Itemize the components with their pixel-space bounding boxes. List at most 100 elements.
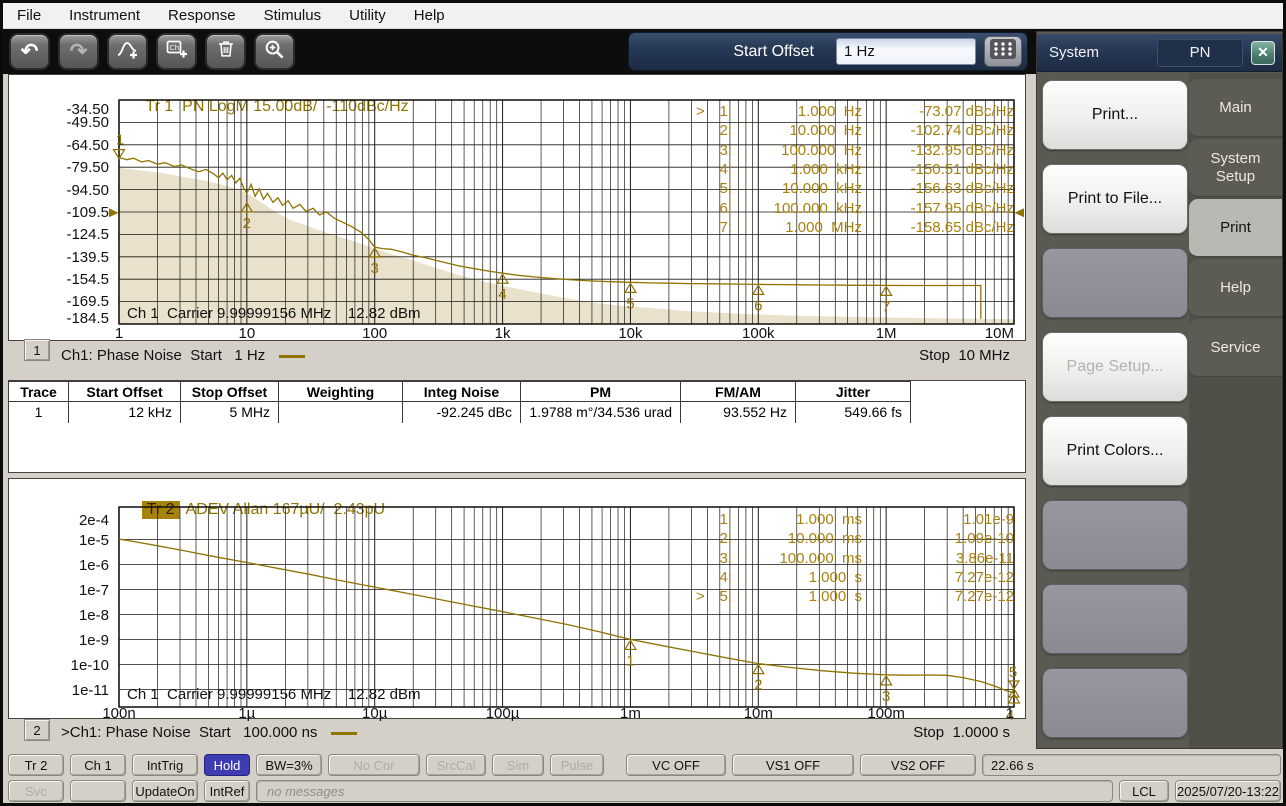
phase-noise-analyzer-window: FileInstrumentResponseStimulusUtilityHel… [0,0,1286,806]
upper-graph-footer: Ch1: Phase Noise Start 1 Hz Stop 10 MHz [8,345,1026,369]
status-intref[interactable]: IntRef [204,780,250,802]
redo-button[interactable]: ↷ [58,33,99,70]
marker-number: 5: [708,588,732,605]
table-cell-stop-offset: 5 MHz [181,402,279,423]
marker-y-value: -132.95 dBc/Hz [862,142,1014,159]
softkey-blank-6 [1042,584,1188,654]
undo-icon: ↶ [21,41,39,63]
marker-x-value: 1.000 s [732,569,862,586]
start-offset-input[interactable] [836,38,976,65]
add-channel-button[interactable]: Ch [156,33,197,70]
status-updateon[interactable]: UpdateOn [132,780,198,802]
undo-button[interactable]: ↶ [9,33,50,70]
table-header-weighting: Weighting [279,381,403,402]
marker-number: 6: [708,200,732,217]
status-tr-2[interactable]: Tr 2 [8,754,64,776]
marker-y-value: 3.86e-11 [862,550,1014,567]
menu-response[interactable]: Response [154,3,250,29]
y-axis-label: 1e-5 [9,532,109,549]
softkey-blank-2 [1042,248,1188,318]
menu-stimulus[interactable]: Stimulus [250,3,336,29]
marker-x-value: 100.000 Hz [732,142,862,159]
x-axis-label: 1 [942,705,1014,722]
zoom-in-button[interactable] [254,33,295,70]
lower-graph: Tr 2ADEV Allan 167µU/ 2.43pU 12345 1:1.0… [8,478,1026,719]
panel-tab-system-setup[interactable]: System Setup [1189,139,1282,197]
marker-readout-row: >1:1.000 Hz-73.07 dBc/Hz [696,102,1014,121]
x-axis-label: 10µ [339,705,411,722]
status-srccal: SrcCal [426,754,486,776]
softkey-column: Print... Print to File... Page Setup... Pri… [1042,80,1190,752]
menu-file[interactable]: File [3,3,55,29]
status-ch-1[interactable]: Ch 1 [70,754,126,776]
delete-button[interactable] [205,33,246,70]
menu-help[interactable]: Help [400,3,459,29]
add-marker-icon [116,37,140,66]
marker-y-value: 1.01e-9 [862,511,1014,528]
svg-text:2: 2 [754,677,762,694]
table-header-stop-offset: Stop Offset [181,381,279,402]
upper-carrier-readout: Ch 1 Carrier 9.99999156 MHz 12.82 dBm [127,305,420,322]
svg-text:2: 2 [243,215,251,232]
upper-footer-right: Stop 10 MHz [919,347,1010,364]
x-axis-label: 1M [850,325,922,342]
menu-utility[interactable]: Utility [335,3,400,29]
svg-text:5: 5 [1009,664,1017,681]
marker-y-value: -158.65 dBc/Hz [862,219,1014,236]
window-1-chip[interactable]: 1 [24,339,50,361]
y-axis-label: 1e-10 [9,657,109,674]
zoom-in-icon [263,38,286,66]
status-inttrig[interactable]: IntTrig [132,754,198,776]
panel-tab-print[interactable]: Print [1189,199,1282,257]
marker-readout-row: 5:10.000 kHz-156.63 dBc/Hz [696,179,1014,198]
add-marker-button[interactable] [107,33,148,70]
y-axis-label: 1e-9 [9,632,109,649]
status-bw-3[interactable]: BW=3% [256,754,322,776]
panel-tab-help[interactable]: Help [1189,259,1282,317]
status-vc-off[interactable]: VC OFF [626,754,726,776]
status-lcl[interactable]: LCL [1119,780,1169,802]
delete-icon [215,38,237,65]
status-vs2-off[interactable]: VS2 OFF [860,754,976,776]
y-axis-label: -109.5 [9,204,109,221]
marker-number: 2: [708,122,732,139]
panel-title: System [1037,44,1157,61]
panel-close-button[interactable]: ✕ [1251,41,1275,65]
status-hold[interactable]: Hold [204,754,250,776]
lower-footer-left: >Ch1: Phase Noise Start 100.000 ns [61,724,317,741]
softkey-print-colors[interactable]: Print Colors... [1042,416,1188,486]
marker-number: 5: [708,180,732,197]
softkey-print-to-file[interactable]: Print to File... [1042,164,1188,234]
softkey-panel: System PN ✕ Print... Print to File... Page… [1036,31,1283,749]
status-no-messages: no messages [256,780,1113,802]
table-header-pm: PM [521,381,681,402]
upper-marker-readout: >1:1.000 Hz-73.07 dBc/Hz2:10.000 Hz-102.… [696,102,1014,237]
status-blank [70,780,126,802]
status-22-66-s: 22.66 s [982,754,1281,776]
svg-text:3: 3 [371,260,379,277]
x-axis-label: 100m [850,705,922,722]
softkey-print[interactable]: Print... [1042,80,1188,150]
softkey-page-setup: Page Setup... [1042,332,1188,402]
marker-readout-row: 3:100.000 ms3.86e-11 [696,549,1014,568]
integration-results-table: TraceStart OffsetStop OffsetWeightingInt… [8,380,1026,473]
panel-tab-service[interactable]: Service [1189,319,1282,377]
marker-number: 7: [708,219,732,236]
x-axis-label: 10 [211,325,283,342]
status-svc: Svc [8,780,64,802]
x-axis-label: 100 [339,325,411,342]
marker-y-value: 7.27e-12 [862,588,1014,605]
status-vs1-off[interactable]: VS1 OFF [732,754,854,776]
marker-number: 3: [708,550,732,567]
softkey-blank-5 [1042,500,1188,570]
menu-instrument[interactable]: Instrument [55,3,154,29]
status-bar-row1: Tr 2Ch 1IntTrigHoldBW=3%No CorSrcCalSimP… [8,754,1281,777]
panel-context-tab-pn[interactable]: PN [1157,39,1243,67]
lower-footer-right: Stop 1.0000 s [913,724,1010,741]
panel-tab-main[interactable]: Main [1189,79,1282,137]
keypad-button[interactable] [984,36,1022,67]
marker-x-value: 1.000 kHz [732,161,862,178]
window-2-chip[interactable]: 2 [24,719,50,741]
svg-text:6: 6 [754,297,762,314]
y-axis-label: 1e-6 [9,557,109,574]
